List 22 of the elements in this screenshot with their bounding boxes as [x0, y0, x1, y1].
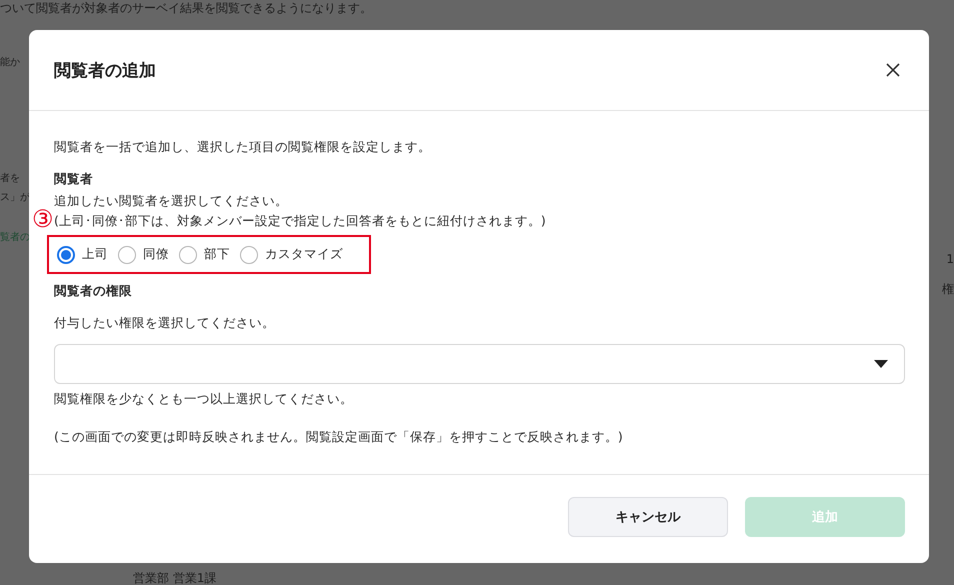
background-text: 能か [0, 56, 21, 70]
validation-text: 閲覧権限を少なくとも一つ以上選択してください。 [54, 390, 354, 408]
close-icon [885, 62, 901, 78]
intro-text: 閲覧者を一括で追加し、選択した項目の閲覧権限を設定します。 [54, 138, 432, 156]
background-text: 者を [0, 172, 21, 186]
radio-option[interactable]: カスタマイズ [240, 246, 343, 264]
dialog-title: 閲覧者の追加 [54, 60, 156, 82]
footnote-text: (この画面での変更は即時反映されません。閲覧設定画面で「保存」を押すことで反映されます。) [54, 428, 624, 446]
section-heading: 閲覧者の権限 [54, 282, 133, 300]
radio-option[interactable]: 同僚 [118, 246, 169, 264]
radio-option[interactable]: 部下 [179, 246, 230, 264]
background-text: 1 [946, 252, 954, 266]
background-description: ついて閲覧者が対象者のサーベイ結果を閲覧できるようになります。 [0, 0, 373, 16]
radio-option[interactable]: 上司 [57, 246, 108, 264]
hint-text: 追加したい閲覧者を選択してください。 [54, 192, 289, 210]
note-text: (上司･同僚･部下は、対象メンバー設定で指定した回答者をもとに紐付けされます。) [54, 212, 547, 230]
cancel-button[interactable]: キャンセル [568, 497, 728, 537]
section-heading: 閲覧者 [54, 170, 94, 188]
hint-text: 付与したい権限を選択してください。 [54, 314, 276, 332]
background-text: 権 [942, 282, 954, 296]
background-text: 営業部 営業1課 [132, 571, 218, 585]
caret-icon [874, 360, 888, 368]
